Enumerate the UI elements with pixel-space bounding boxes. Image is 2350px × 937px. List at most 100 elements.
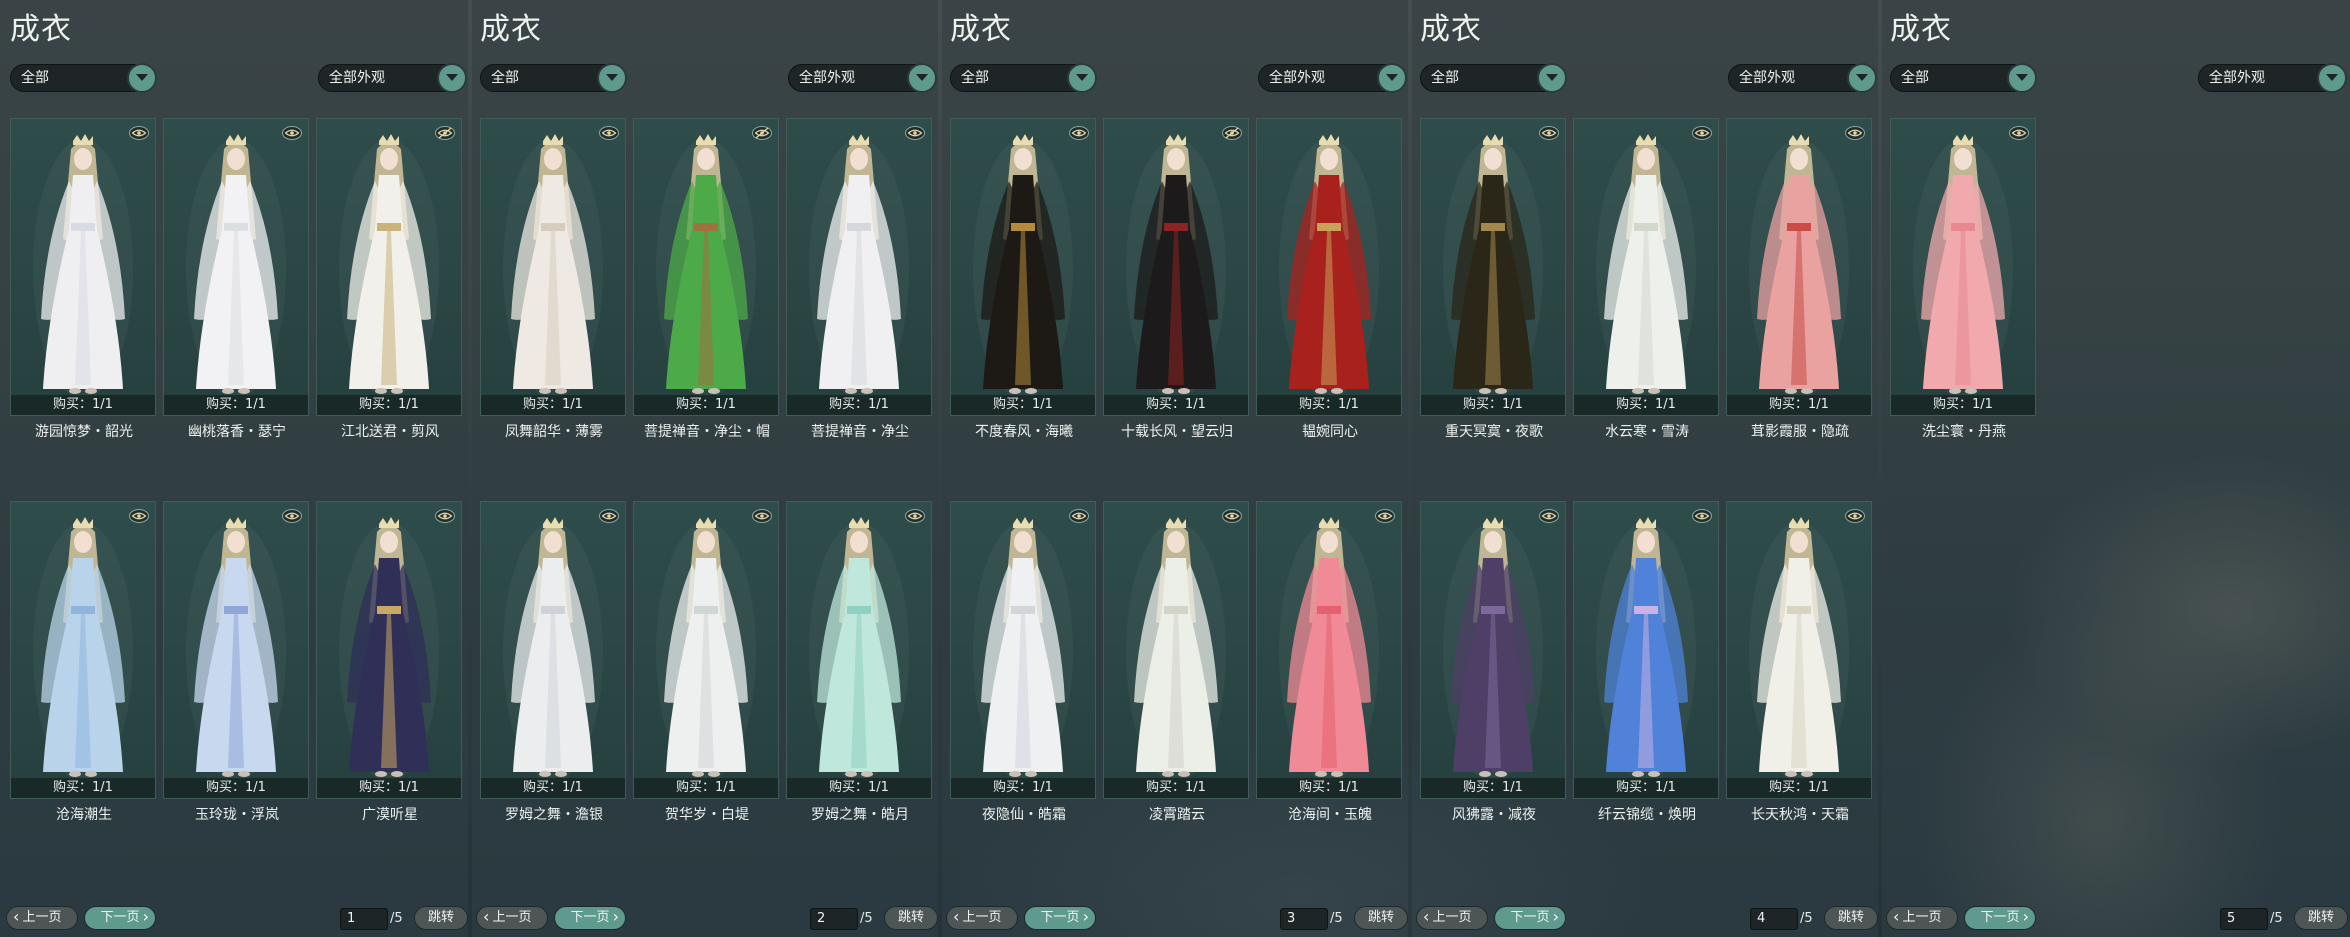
- outfit-card[interactable]: 购买：1/1 贺华岁・白堤: [633, 501, 779, 823]
- eye-icon[interactable]: [1845, 508, 1865, 523]
- jump-button[interactable]: 跳转: [1824, 906, 1878, 930]
- appearance-filter-select[interactable]: 全部外观: [1258, 63, 1407, 93]
- outfit-card[interactable]: 购买：1/1 风狒露・减夜: [1420, 501, 1566, 823]
- jump-button[interactable]: 跳转: [2294, 906, 2348, 930]
- prev-page-button[interactable]: 上一页: [1886, 906, 1958, 930]
- outfit-card[interactable]: 购买：1/1 洗尘寰・丹燕: [1890, 118, 2036, 440]
- outfit-card[interactable]: 购买：1/1 罗姆之舞・皓月: [786, 501, 932, 823]
- eye-crossed-icon[interactable]: [435, 125, 455, 140]
- next-page-button[interactable]: 下一页: [84, 906, 156, 930]
- purchase-count: 购买：1/1: [1891, 395, 2035, 415]
- chevron-down-icon[interactable]: [1067, 63, 1097, 93]
- chevron-down-icon[interactable]: [907, 63, 937, 93]
- outfit-name: 罗姆之舞・皓月: [811, 807, 909, 823]
- outfit-name: 重天冥寞・夜歌: [1445, 424, 1543, 440]
- category-filter-select[interactable]: 全部: [10, 63, 157, 93]
- jump-button[interactable]: 跳转: [884, 906, 938, 930]
- chevron-down-icon[interactable]: [597, 63, 627, 93]
- chevron-down-icon[interactable]: [127, 63, 157, 93]
- eye-crossed-icon[interactable]: [752, 125, 772, 140]
- outfit-card[interactable]: 购买：1/1 广漠听星: [316, 501, 462, 823]
- chevron-down-icon[interactable]: [1847, 63, 1877, 93]
- appearance-filter-select[interactable]: 全部外观: [318, 63, 467, 93]
- appearance-filter-select[interactable]: 全部外观: [2198, 63, 2347, 93]
- outfit-card[interactable]: 购买：1/1 沧海间・玉魄: [1256, 501, 1402, 823]
- prev-page-button[interactable]: 上一页: [946, 906, 1018, 930]
- eye-icon[interactable]: [599, 125, 619, 140]
- outfit-card[interactable]: 购买：1/1 重天冥寞・夜歌: [1420, 118, 1566, 440]
- eye-icon[interactable]: [752, 508, 772, 523]
- eye-icon[interactable]: [1845, 125, 1865, 140]
- eye-icon[interactable]: [1539, 508, 1559, 523]
- appearance-filter-select[interactable]: 全部外观: [788, 63, 937, 93]
- chevron-down-icon[interactable]: [2317, 63, 2347, 93]
- outfit-card[interactable]: 购买：1/1 菩提禅音・净尘・帽: [633, 118, 779, 440]
- eye-icon[interactable]: [2009, 125, 2029, 140]
- prev-page-button[interactable]: 上一页: [6, 906, 78, 930]
- outfit-card[interactable]: 购买：1/1 水云寒・雪涛: [1573, 118, 1719, 440]
- prev-page-button[interactable]: 上一页: [1416, 906, 1488, 930]
- page-number-input[interactable]: 4: [1750, 908, 1798, 930]
- page-total: /5: [1800, 911, 1813, 926]
- eye-crossed-icon[interactable]: [1222, 125, 1242, 140]
- outfit-name: 广漠听星: [362, 807, 418, 823]
- outfit-card[interactable]: 购买：1/1 菩提禅音・净尘: [786, 118, 932, 440]
- eye-icon[interactable]: [905, 508, 925, 523]
- outfit-card[interactable]: 购买：1/1 不度春风・海曦: [950, 118, 1096, 440]
- outfit-card[interactable]: 购买：1/1 纤云锦缆・焕明: [1573, 501, 1719, 823]
- outfit-card[interactable]: 购买：1/1 玉玲珑・浮岚: [163, 501, 309, 823]
- next-page-button[interactable]: 下一页: [1494, 906, 1566, 930]
- eye-icon[interactable]: [1222, 508, 1242, 523]
- outfit-card[interactable]: 购买：1/1 凌霄踏云: [1103, 501, 1249, 823]
- outfit-card[interactable]: 购买：1/1 夜隐仙・皓霜: [950, 501, 1096, 823]
- outfit-name: 游园惊梦・韶光: [35, 424, 133, 440]
- next-page-button[interactable]: 下一页: [1024, 906, 1096, 930]
- outfit-card[interactable]: 购买：1/1 茸影霞服・隐疏: [1726, 118, 1872, 440]
- category-filter-select[interactable]: 全部: [950, 63, 1097, 93]
- eye-icon[interactable]: [599, 508, 619, 523]
- chevron-down-icon[interactable]: [437, 63, 467, 93]
- outfit-card[interactable]: 购买：1/1 十载长风・望云归: [1103, 118, 1249, 440]
- page-number-input[interactable]: 5: [2220, 908, 2268, 930]
- outfit-preview-image: [317, 502, 461, 798]
- outfit-card[interactable]: 购买：1/1 凤舞韶华・薄雾: [480, 118, 626, 440]
- appearance-filter-select[interactable]: 全部外观: [1728, 63, 1877, 93]
- category-filter-select[interactable]: 全部: [1420, 63, 1567, 93]
- next-page-button[interactable]: 下一页: [554, 906, 626, 930]
- outfit-card[interactable]: 购买：1/1 长天秋鸿・天霜: [1726, 501, 1872, 823]
- chevron-down-icon[interactable]: [2007, 63, 2037, 93]
- outfit-card[interactable]: 购买：1/1 江北送君・剪风: [316, 118, 462, 440]
- eye-icon[interactable]: [1069, 125, 1089, 140]
- eye-icon[interactable]: [129, 125, 149, 140]
- eye-icon[interactable]: [435, 508, 455, 523]
- outfit-card[interactable]: 购买：1/1 幽桃落香・瑟宁: [163, 118, 309, 440]
- page-number-input[interactable]: 1: [340, 908, 388, 930]
- category-filter-select[interactable]: 全部: [480, 63, 627, 93]
- eye-icon[interactable]: [1375, 508, 1395, 523]
- page-number-input[interactable]: 2: [810, 908, 858, 930]
- chevron-down-icon[interactable]: [1377, 63, 1407, 93]
- chevron-down-icon[interactable]: [1537, 63, 1567, 93]
- outfit-card[interactable]: 购买：1/1 沧海潮生: [10, 501, 156, 823]
- eye-icon[interactable]: [1539, 125, 1559, 140]
- next-page-button[interactable]: 下一页: [1964, 906, 2036, 930]
- category-filter-select[interactable]: 全部: [1890, 63, 2037, 93]
- eye-icon[interactable]: [1692, 508, 1712, 523]
- eye-icon[interactable]: [1069, 508, 1089, 523]
- outfit-card[interactable]: 购买：1/1 罗姆之舞・澹银: [480, 501, 626, 823]
- select-value: 全部外观: [2209, 70, 2265, 86]
- jump-button[interactable]: 跳转: [1354, 906, 1408, 930]
- eye-icon[interactable]: [282, 125, 302, 140]
- eye-icon[interactable]: [129, 508, 149, 523]
- eye-icon[interactable]: [905, 125, 925, 140]
- outfit-card[interactable]: 购买：1/1 游园惊梦・韶光: [10, 118, 156, 440]
- eye-icon[interactable]: [282, 508, 302, 523]
- outfit-name: 风狒露・减夜: [1452, 807, 1536, 823]
- prev-page-button[interactable]: 上一页: [476, 906, 548, 930]
- page-number-input[interactable]: 3: [1280, 908, 1328, 930]
- outfit-name: 幽桃落香・瑟宁: [188, 424, 286, 440]
- outfit-card[interactable]: 购买：1/1 韫婉同心: [1256, 118, 1402, 440]
- eye-icon[interactable]: [1692, 125, 1712, 140]
- outfit-preview-image: [164, 502, 308, 798]
- jump-button[interactable]: 跳转: [414, 906, 468, 930]
